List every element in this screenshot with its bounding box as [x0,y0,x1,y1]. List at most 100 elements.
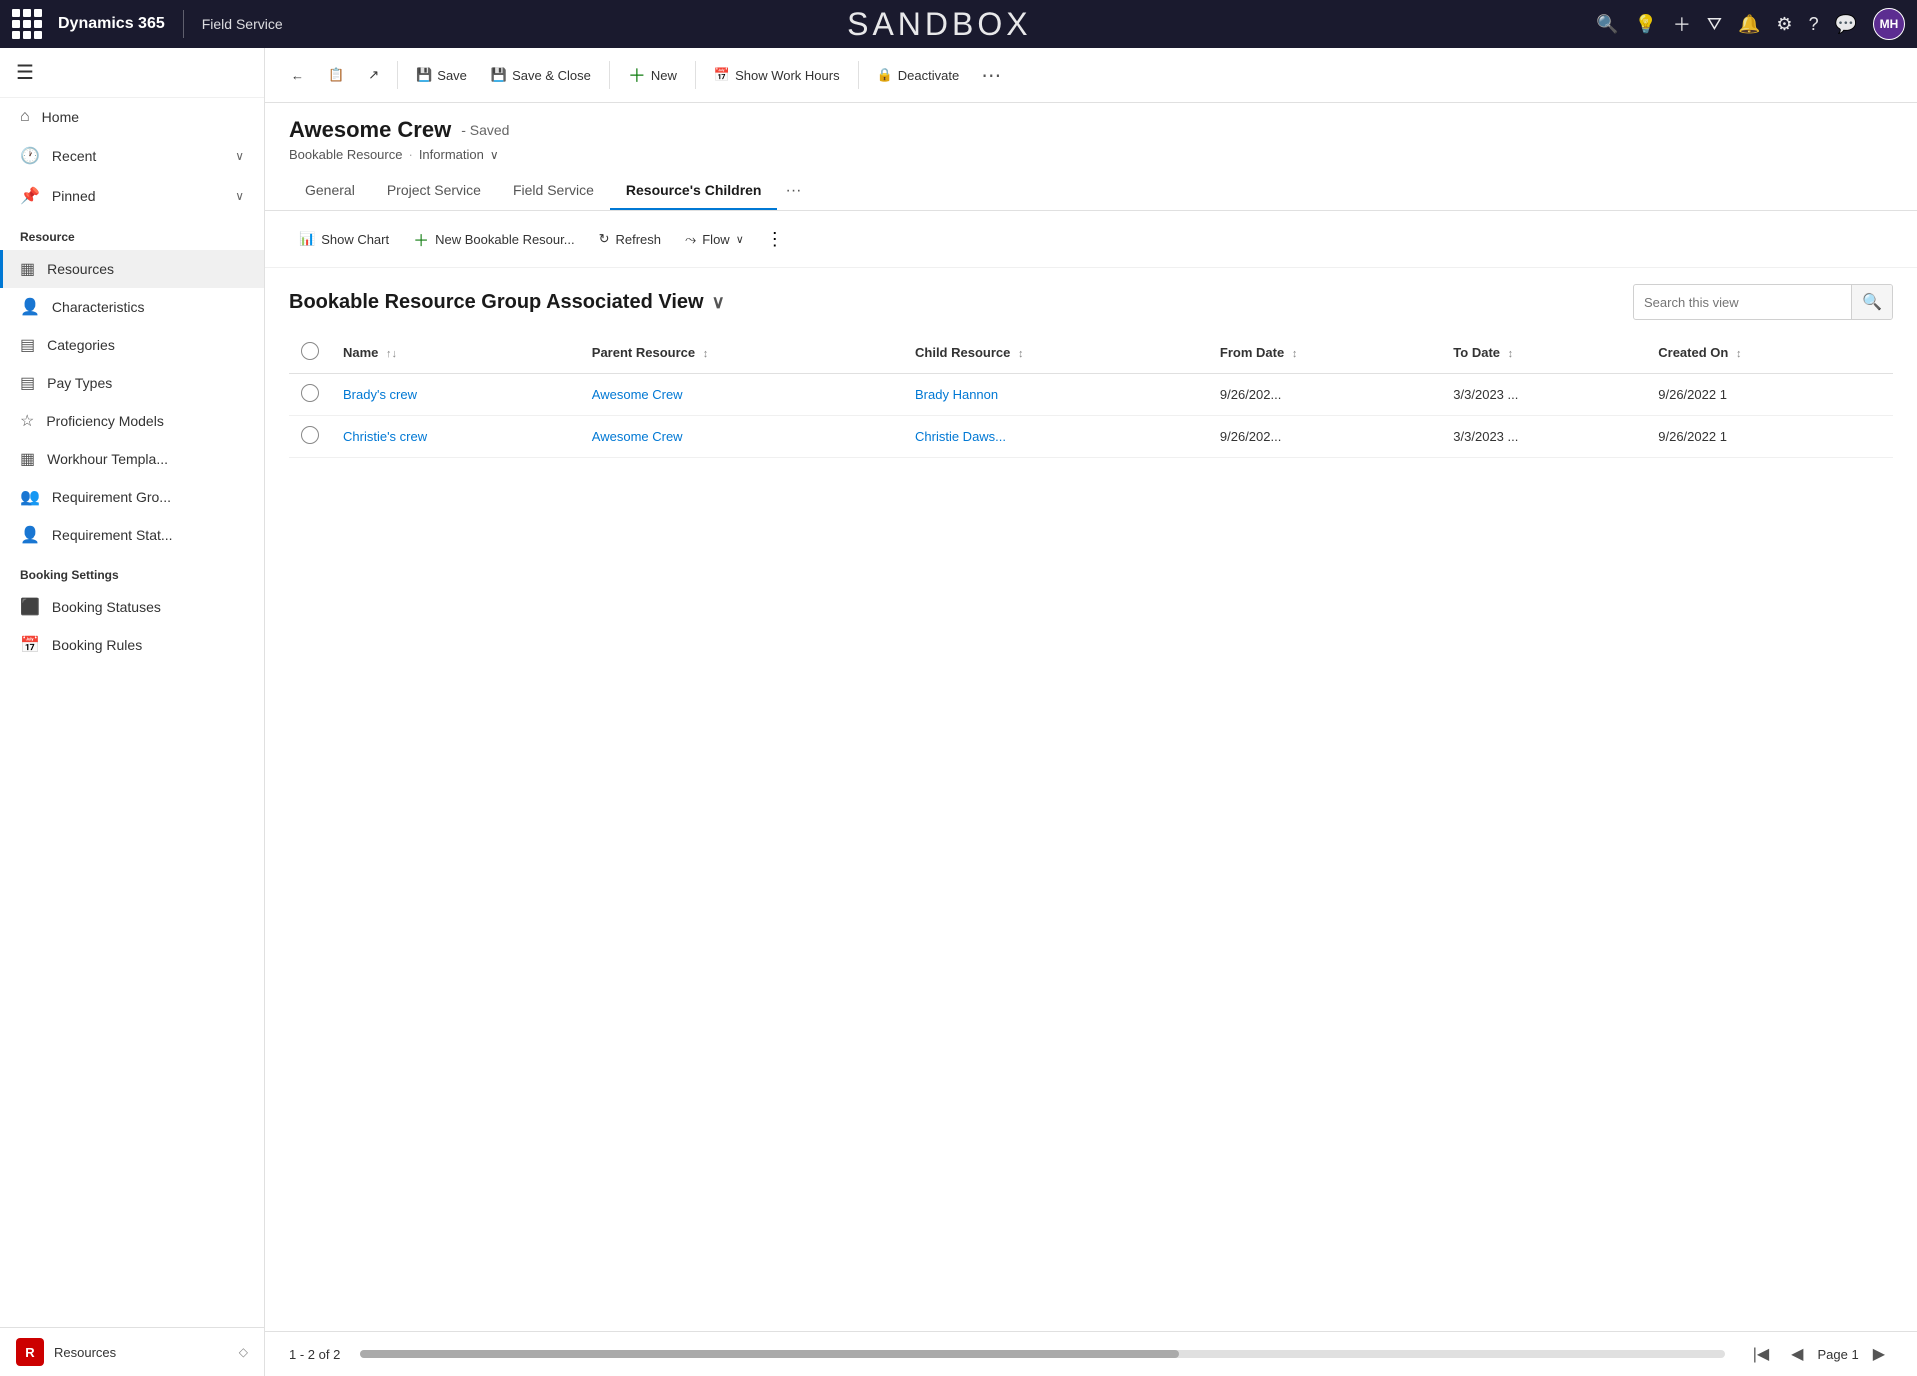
row1-child-link[interactable]: Brady Hannon [915,387,998,402]
search-icon[interactable]: 🔍 [1851,285,1892,319]
col-to-date[interactable]: To Date ↕ [1441,332,1646,374]
sidebar-item-recent[interactable]: 🕐 Recent ∨ [0,136,264,176]
open-icon: ↗ [368,67,379,83]
name-sort-icons[interactable]: ↑↓ [386,348,397,360]
save-button[interactable]: 💾 Save [406,61,477,89]
row2-checkbox[interactable] [301,426,319,444]
row1-parent: Awesome Crew [580,374,903,416]
row2-from: 9/26/202... [1208,416,1441,458]
plus-icon[interactable]: ＋ [1673,11,1691,37]
user-avatar[interactable]: MH [1873,8,1905,40]
brand-label[interactable]: Dynamics 365 [58,15,165,33]
sidebar-item-booking-rules[interactable]: 📅 Booking Rules [0,626,264,664]
sidebar-item-workhour-templates[interactable]: ▦ Workhour Templa... [0,440,264,478]
app-grid-icon[interactable] [12,9,42,39]
created-sort-icons[interactable]: ↕ [1736,348,1742,360]
to-sort-icons[interactable]: ↕ [1508,348,1514,360]
row2-parent-link[interactable]: Awesome Crew [592,429,683,444]
search-icon[interactable]: 🔍 [1596,14,1618,35]
sidebar-bottom-resources[interactable]: R Resources ◇ [0,1328,264,1376]
deactivate-button[interactable]: 🔒 Deactivate [867,61,970,89]
show-work-hours-label: Show Work Hours [735,68,840,83]
save-close-button[interactable]: 💾 Save & Close [481,61,601,89]
select-all-col[interactable] [289,332,331,374]
sidebar-item-categories[interactable]: ▤ Categories [0,326,264,364]
proficiency-icon: ☆ [20,411,34,431]
table-row: Christie's crew Awesome Crew Christie Da… [289,416,1893,458]
row2-child-link[interactable]: Christie Daws... [915,429,1006,444]
toolbar-sep-1 [397,61,398,89]
sidebar-item-home[interactable]: ⌂ Home [0,98,264,136]
col-name[interactable]: Name ↑↓ [331,332,580,374]
filter-icon[interactable]: ⛛ [1707,14,1722,35]
toolbar-more-button[interactable]: ⋯ [973,57,1009,94]
new-bookable-button[interactable]: ＋ New Bookable Resour... [403,221,584,257]
sub-more-button[interactable]: ⋮ [758,225,792,254]
first-page-button[interactable]: |◀ [1745,1340,1777,1368]
tab-more-button[interactable]: ··· [777,172,809,210]
settings-icon[interactable]: ⚙ [1776,14,1792,35]
hamburger-button[interactable]: ☰ [0,48,264,98]
col-parent-resource[interactable]: Parent Resource ↕ [580,332,903,374]
sidebar-item-requirement-statuses[interactable]: 👤 Requirement Stat... [0,516,264,554]
module-label[interactable]: Field Service [202,16,283,32]
record-title-text: Awesome Crew [289,117,451,143]
show-work-hours-button[interactable]: 📅 Show Work Hours [704,61,850,89]
sidebar-item-resources[interactable]: ▦ Resources [0,250,264,288]
resource-section-label: Resource [0,216,264,250]
flow-button[interactable]: ⤳ Flow ∨ [675,225,754,254]
row2-parent: Awesome Crew [580,416,903,458]
sidebar-item-pinned[interactable]: 📌 Pinned ∨ [0,176,264,216]
recent-icon: 🕐 [20,146,40,166]
view-mode-chevron[interactable]: ∨ [490,148,499,162]
sidebar-item-pay-types[interactable]: ▤ Pay Types [0,364,264,402]
help-icon[interactable]: ? [1809,14,1819,35]
sub-toolbar: 📊 Show Chart ＋ New Bookable Resour... ↻ … [265,211,1917,268]
sidebar-item-characteristics[interactable]: 👤 Characteristics [0,288,264,326]
back-button[interactable]: ← [281,62,314,89]
sidebar-item-requirement-groups[interactable]: 👥 Requirement Gro... [0,478,264,516]
from-sort-icons[interactable]: ↕ [1292,348,1298,360]
search-box: 🔍 [1633,284,1893,320]
sidebar-item-proficiency-models[interactable]: ☆ Proficiency Models [0,402,264,440]
chart-icon: 📊 [299,231,315,247]
col-child-resource[interactable]: Child Resource ↕ [903,332,1208,374]
tab-resources-children[interactable]: Resource's Children [610,172,778,210]
tab-project-service[interactable]: Project Service [371,172,497,210]
parent-sort-icons[interactable]: ↕ [703,348,709,360]
calendar-icon: 📅 [714,67,730,83]
row1-parent-link[interactable]: Awesome Crew [592,387,683,402]
next-page-button[interactable]: ▶ [1865,1340,1893,1368]
show-chart-button[interactable]: 📊 Show Chart [289,225,399,253]
save-label: Save [437,68,467,83]
row1-checkbox[interactable] [301,384,319,402]
form-view-button[interactable]: 📋 [318,61,354,89]
horizontal-scrollbar[interactable] [360,1350,1724,1358]
tab-field-service[interactable]: Field Service [497,172,610,210]
save-close-icon: 💾 [491,67,507,83]
child-sort-icons[interactable]: ↕ [1018,348,1024,360]
select-all-checkbox[interactable] [301,342,319,360]
row2-name-link[interactable]: Christie's crew [343,429,427,444]
bell-icon[interactable]: 🔔 [1738,14,1760,35]
search-input[interactable] [1634,288,1851,317]
view-header: Bookable Resource Group Associated View … [289,268,1893,332]
record-view-mode[interactable]: Information [419,147,484,162]
sidebar-item-booking-statuses[interactable]: ⬛ Booking Statuses [0,588,264,626]
col-created-label: Created On [1658,345,1728,360]
row1-checkbox-cell[interactable] [289,374,331,416]
prev-page-button[interactable]: ◀ [1783,1340,1811,1368]
row1-name-link[interactable]: Brady's crew [343,387,417,402]
row2-checkbox-cell[interactable] [289,416,331,458]
lightbulb-icon[interactable]: 💡 [1634,14,1656,35]
refresh-button[interactable]: ↻ Refresh [589,225,671,253]
back-icon: ← [291,68,304,83]
tab-general[interactable]: General [289,172,371,210]
col-from-date[interactable]: From Date ↕ [1208,332,1441,374]
feedback-icon[interactable]: 💬 [1835,14,1857,35]
scrollbar-thumb[interactable] [360,1350,1179,1358]
new-button[interactable]: ＋ New [618,56,687,94]
col-created-on[interactable]: Created On ↕ [1646,332,1893,374]
view-title-dropdown[interactable]: ∨ [712,292,725,313]
open-in-new-button[interactable]: ↗ [358,61,389,89]
